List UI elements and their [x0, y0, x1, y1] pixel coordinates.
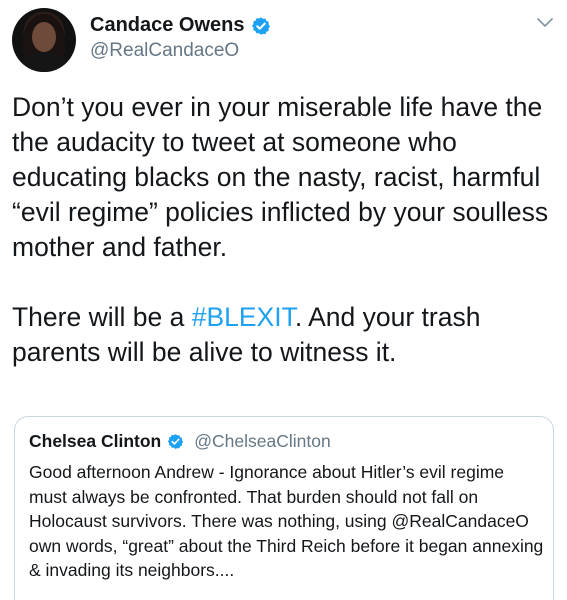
tweet-paragraph-1: Don’t you ever in your miserable life ha… [12, 92, 549, 262]
hashtag-link[interactable]: #BLEXIT [192, 302, 295, 332]
avatar-face [32, 22, 56, 52]
quoted-tweet-card[interactable]: Chelsea Clinton @ChelseaClinton Good aft… [14, 416, 554, 600]
tweet-paragraph-2: There will be a #BLEXIT. And your trash … [12, 300, 557, 370]
verified-badge-icon [168, 434, 184, 449]
chevron-down-icon[interactable] [536, 16, 554, 30]
quoted-author-handle[interactable]: @ChelseaClinton [194, 431, 330, 452]
quoted-tweet-text: Good afternoon Andrew - Ignorance about … [29, 462, 544, 580]
tweet-text: Don’t you ever in your miserable life ha… [12, 90, 557, 370]
avatar[interactable] [12, 8, 76, 72]
quoted-tweet-header: Chelsea Clinton @ChelseaClinton [29, 431, 539, 452]
verified-badge-icon [251, 16, 270, 35]
tweet: Candace Owens @RealCandaceO Don’t you ev… [0, 0, 567, 600]
quoted-author-display-name[interactable]: Chelsea Clinton [29, 431, 161, 452]
author-name-row: Candace Owens [90, 14, 271, 37]
author-display-name[interactable]: Candace Owens [90, 14, 245, 37]
author-handle[interactable]: @RealCandaceO [90, 40, 239, 62]
tweet-paragraph-2-start: There will be a [12, 302, 192, 332]
